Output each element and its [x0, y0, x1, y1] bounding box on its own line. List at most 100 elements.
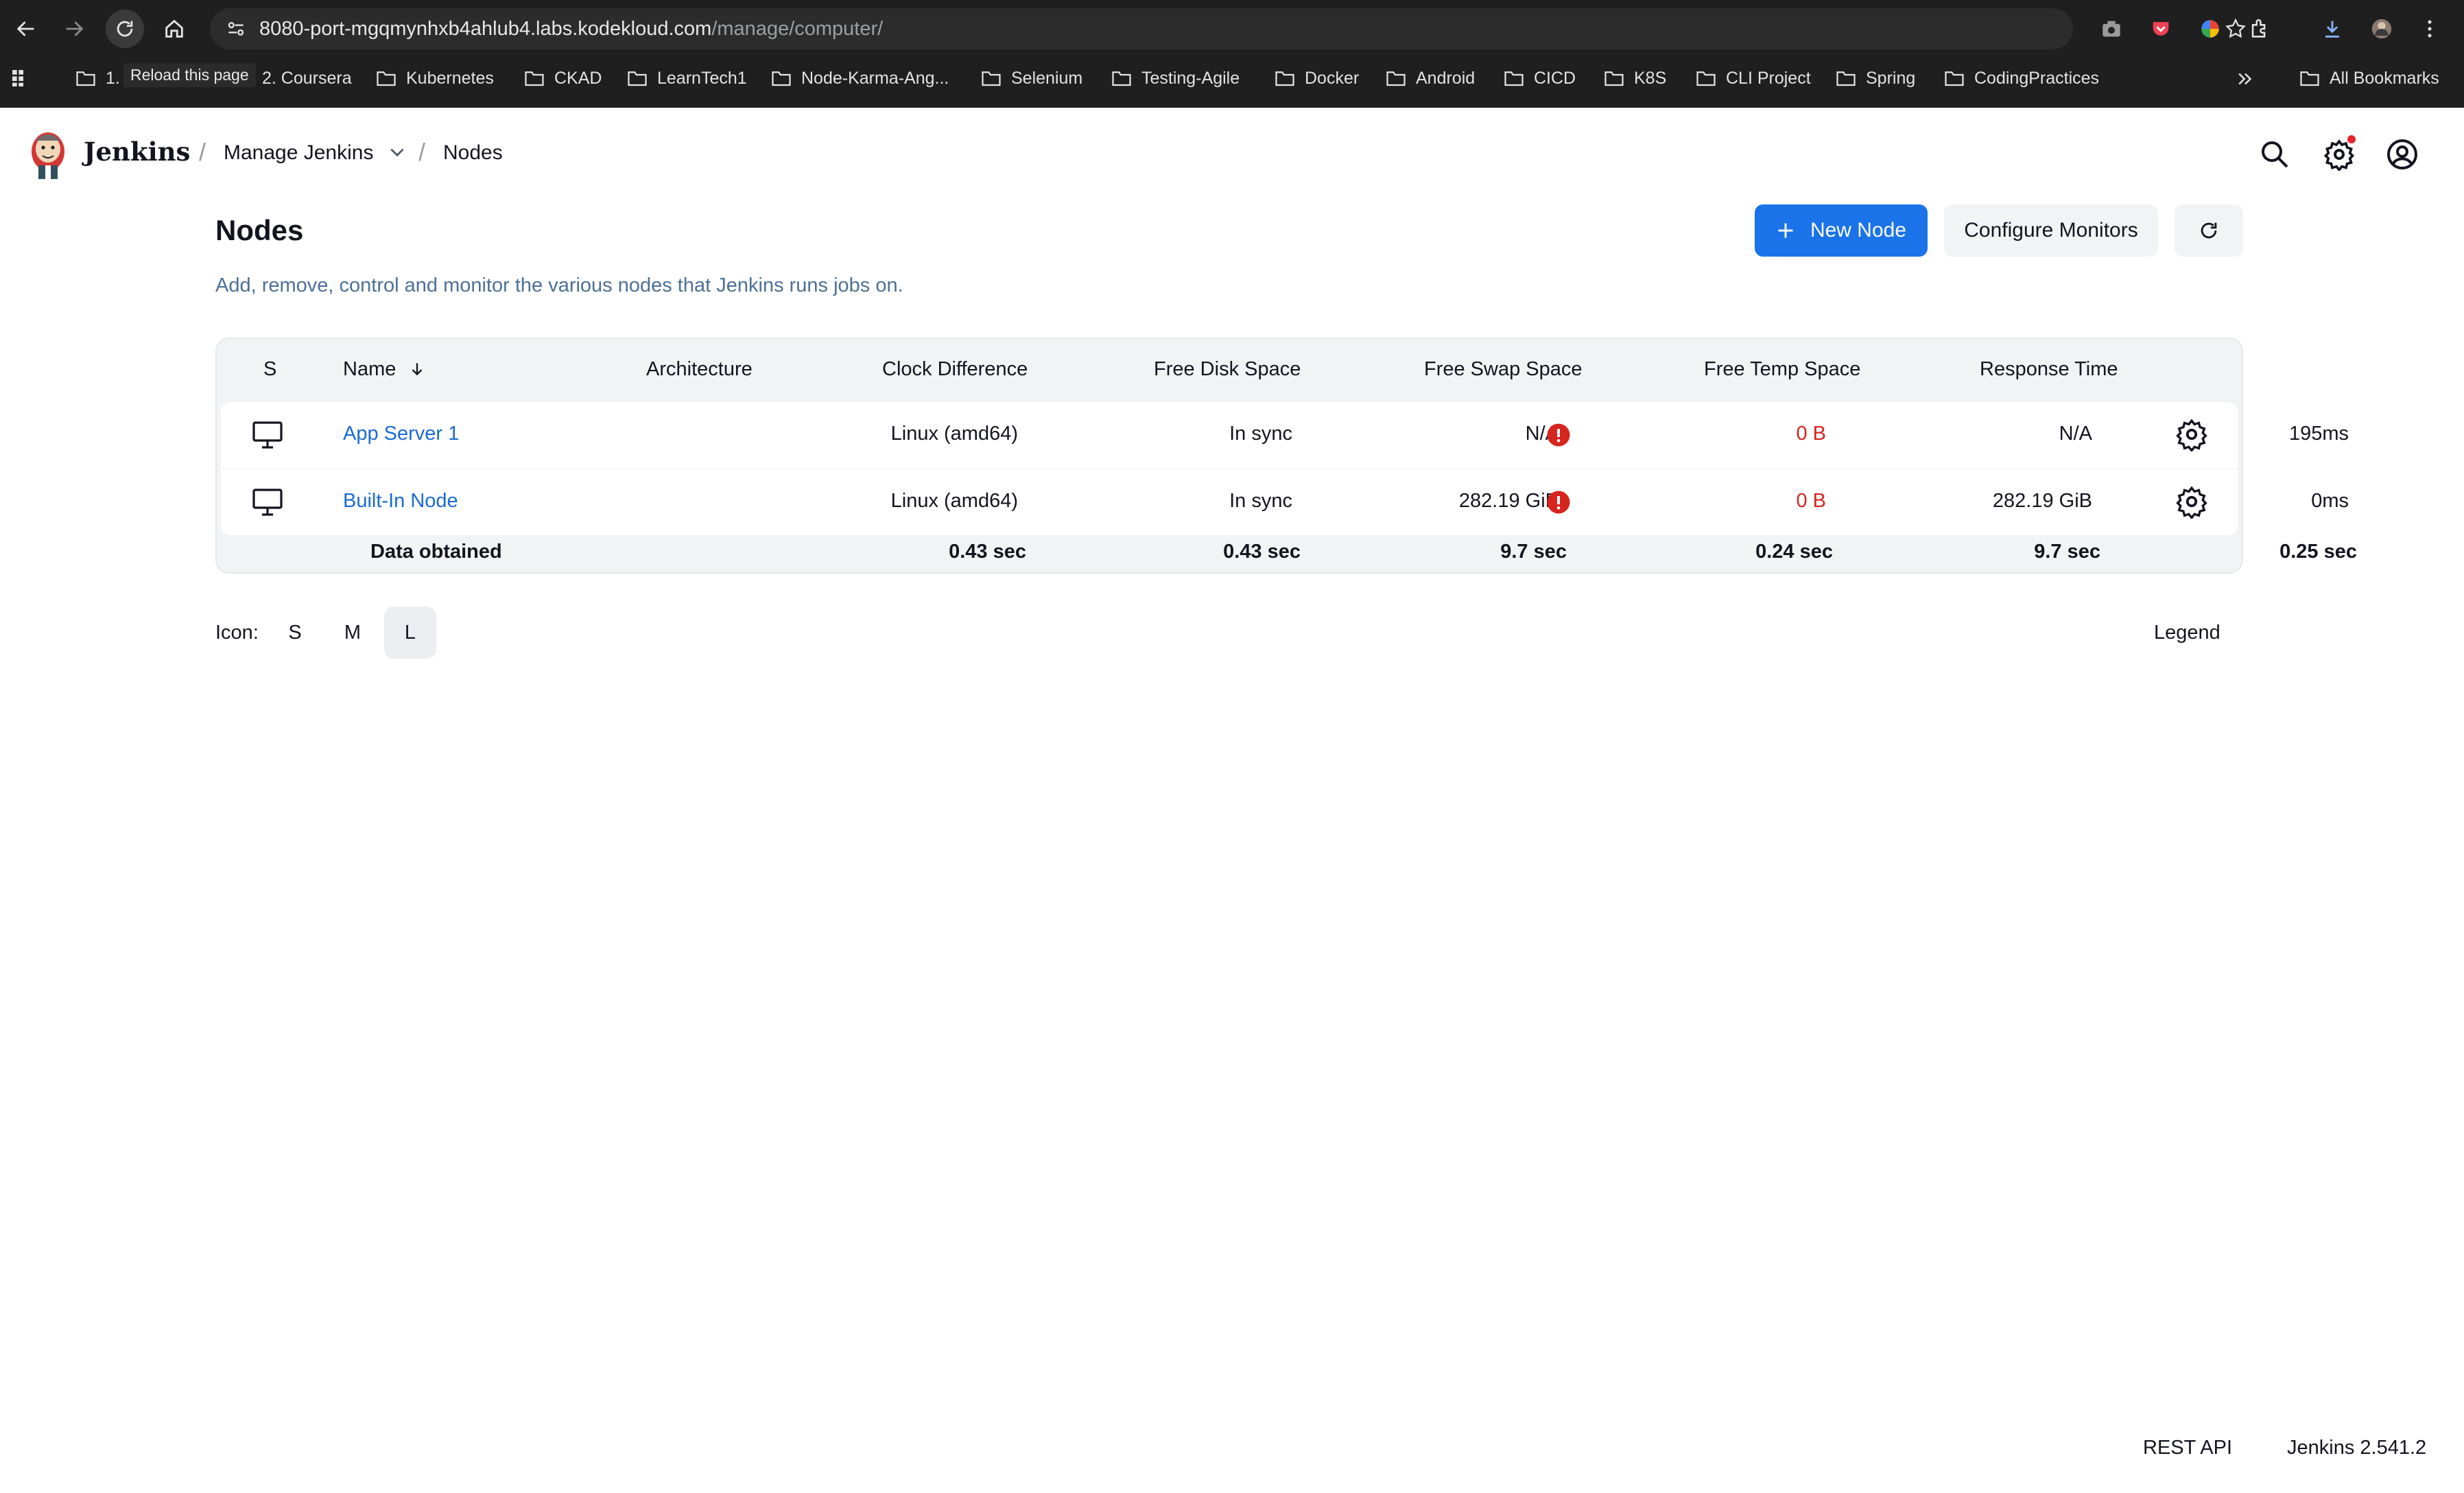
bookmark-folder[interactable]: 2. Coursera: [262, 66, 352, 91]
forward-button[interactable]: [55, 10, 93, 48]
brand-name[interactable]: Jenkins: [84, 137, 190, 167]
all-bookmarks[interactable]: All Bookmarks: [2299, 66, 2439, 91]
bookmark-label: LearnTech1: [657, 68, 747, 88]
kebab-menu-icon: [2428, 20, 2432, 38]
icon-size-large[interactable]: L: [384, 607, 436, 659]
pocket-icon: [2153, 22, 2169, 36]
header-status[interactable]: S: [263, 358, 276, 381]
data-obtained-disk: 9.7 sec: [1500, 541, 1567, 563]
breadcrumb-separator: /: [418, 138, 426, 166]
profile-button[interactable]: [2362, 10, 2401, 48]
bookmark-folder[interactable]: CLI Project: [1696, 66, 1811, 91]
icon-size-label: Icon:: [215, 622, 259, 644]
bookmark-folder[interactable]: Spring: [1836, 66, 1915, 91]
chevron-down-icon[interactable]: [388, 146, 406, 160]
breadcrumb-manage-jenkins[interactable]: Manage Jenkins: [224, 141, 373, 165]
folder-icon: [1112, 71, 1131, 86]
user-account-icon[interactable]: [2386, 138, 2419, 171]
header-free-temp-space[interactable]: Free Temp Space: [1704, 358, 1860, 381]
reload-icon: [117, 21, 133, 37]
bookmark-folder[interactable]: CICD: [1504, 66, 1576, 91]
jenkins-header: Jenkins / Manage Jenkins / Nodes: [0, 108, 2464, 200]
bookmark-folder[interactable]: K8S: [1604, 66, 1666, 91]
node-name-link[interactable]: App Server 1: [343, 423, 459, 445]
bookmark-folder[interactable]: Kubernetes: [376, 66, 494, 91]
bookmark-folder[interactable]: CodingPractices: [1944, 66, 2099, 91]
bookmark-folder[interactable]: 1.: [75, 66, 120, 91]
folder-icon: [772, 71, 791, 86]
bookmark-folder[interactable]: Testing-Agile: [1111, 66, 1240, 91]
header-name[interactable]: Name: [343, 358, 426, 381]
response-time-value: 0ms: [2311, 490, 2349, 512]
extensions-button[interactable]: [2240, 10, 2279, 48]
clock-difference-value: In sync: [1229, 423, 1292, 445]
new-node-label: New Node: [1810, 219, 1907, 242]
chevron-double-right-icon[interactable]: [2235, 69, 2255, 89]
search-icon[interactable]: [2258, 138, 2291, 171]
back-button[interactable]: [7, 10, 45, 48]
jenkins-version-link[interactable]: Jenkins 2.541.2: [2287, 1437, 2426, 1459]
error-icon: [1547, 491, 1570, 514]
url-path: /manage/computer/: [711, 18, 884, 40]
sort-arrow-down-icon: [412, 363, 423, 376]
browser-toolbar: 8080-port-mgqmynhxb4ahlub4.labs.kodeklou…: [0, 0, 2464, 58]
folder-icon: [1275, 71, 1294, 86]
bookmark-folder[interactable]: CKAD: [524, 66, 602, 91]
bookmark-label: Selenium: [1011, 68, 1083, 88]
bookmark-folder[interactable]: Selenium: [981, 66, 1082, 91]
rest-api-link[interactable]: REST API: [2143, 1437, 2232, 1459]
browser-menu-button[interactable]: [2410, 10, 2449, 48]
pocket-extension-button[interactable]: [2142, 10, 2180, 48]
header-architecture[interactable]: Architecture: [646, 358, 753, 381]
screenshot-extension-button[interactable]: [2092, 10, 2131, 48]
refresh-button[interactable]: [2175, 204, 2243, 257]
data-obtained-temp: 9.7 sec: [2034, 541, 2100, 563]
error-icon: [1547, 423, 1570, 447]
apps-grid-icon[interactable]: [10, 67, 32, 89]
free-swap-space-value: 0 B: [1796, 423, 1826, 445]
address-bar[interactable]: 8080-port-mgqmynhxb4ahlub4.labs.kodeklou…: [210, 8, 2246, 49]
all-bookmarks-label: All Bookmarks: [2330, 68, 2439, 88]
header-free-swap-space[interactable]: Free Swap Space: [1424, 358, 1583, 381]
bookmark-folder[interactable]: Node-Karma-Ang...: [771, 66, 949, 91]
bookmark-folder[interactable]: LearnTech1: [627, 66, 747, 91]
free-temp-space-value: 282.19 GiB: [1992, 490, 2092, 512]
download-icon: [2325, 21, 2339, 38]
bookmark-label: Node-Karma-Ang...: [801, 68, 949, 88]
folder-icon: [377, 71, 396, 86]
color-extension-button[interactable]: [2191, 10, 2229, 48]
downloads-button[interactable]: [2313, 10, 2352, 48]
new-node-button[interactable]: New Node: [1755, 204, 1928, 257]
folder-icon: [1945, 71, 1964, 86]
refresh-icon: [2201, 222, 2217, 239]
free-disk-space-value: 282.19 GiB: [1458, 490, 1559, 512]
jenkins-logo-icon[interactable]: [27, 127, 69, 182]
folder-icon: [1836, 71, 1856, 86]
computer-icon: [252, 489, 283, 516]
node-name-link[interactable]: Built-In Node: [343, 490, 458, 513]
site-info-icon[interactable]: [225, 18, 247, 40]
breadcrumb-separator: /: [199, 138, 206, 166]
folder-icon: [1696, 71, 1716, 86]
bookmark-folder[interactable]: Android: [1386, 66, 1475, 91]
bookmark-folder[interactable]: Docker: [1275, 66, 1359, 91]
node-settings-gear-icon[interactable]: [2175, 417, 2209, 451]
bookmark-label: CICD: [1534, 68, 1576, 88]
bookmark-label: CLI Project: [1726, 68, 1811, 88]
reload-button[interactable]: [106, 10, 144, 48]
home-button[interactable]: [155, 10, 193, 48]
header-response-time[interactable]: Response Time: [1980, 358, 2118, 381]
header-clock-difference[interactable]: Clock Difference: [882, 358, 1028, 381]
icon-size-small[interactable]: S: [269, 607, 321, 659]
icon-size-medium[interactable]: M: [327, 607, 379, 659]
configure-monitors-button[interactable]: Configure Monitors: [1944, 204, 2158, 257]
breadcrumb-nodes[interactable]: Nodes: [443, 141, 503, 165]
bookmark-label: 2. Coursera: [262, 68, 352, 88]
node-settings-gear-icon[interactable]: [2175, 484, 2209, 519]
folder-icon: [76, 71, 95, 86]
legend-link[interactable]: Legend: [2154, 622, 2220, 644]
computer-icon: [252, 421, 283, 449]
folder-icon: [628, 71, 647, 86]
plus-icon: [1778, 223, 1793, 238]
header-free-disk-space[interactable]: Free Disk Space: [1154, 358, 1301, 381]
